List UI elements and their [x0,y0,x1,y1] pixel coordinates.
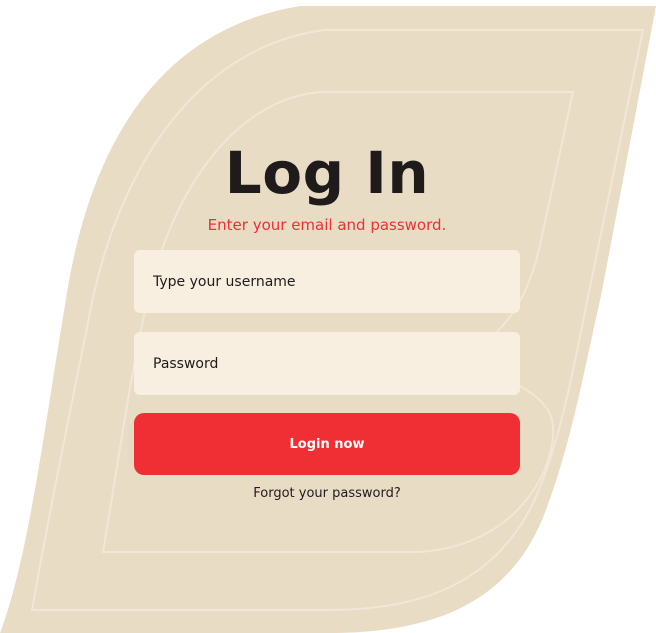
background-shape [0,6,656,633]
beige-leaf-shape [0,6,656,633]
forgot-password-link[interactable]: Forgot your password? [134,485,520,503]
username-input[interactable] [134,250,520,313]
password-input[interactable] [134,332,520,395]
login-subtitle: Enter your email and password. [207,216,447,234]
login-page: Log In Enter your email and password. Lo… [0,0,656,633]
page-title: Log In [224,139,430,207]
login-button[interactable]: Login now [134,413,520,475]
